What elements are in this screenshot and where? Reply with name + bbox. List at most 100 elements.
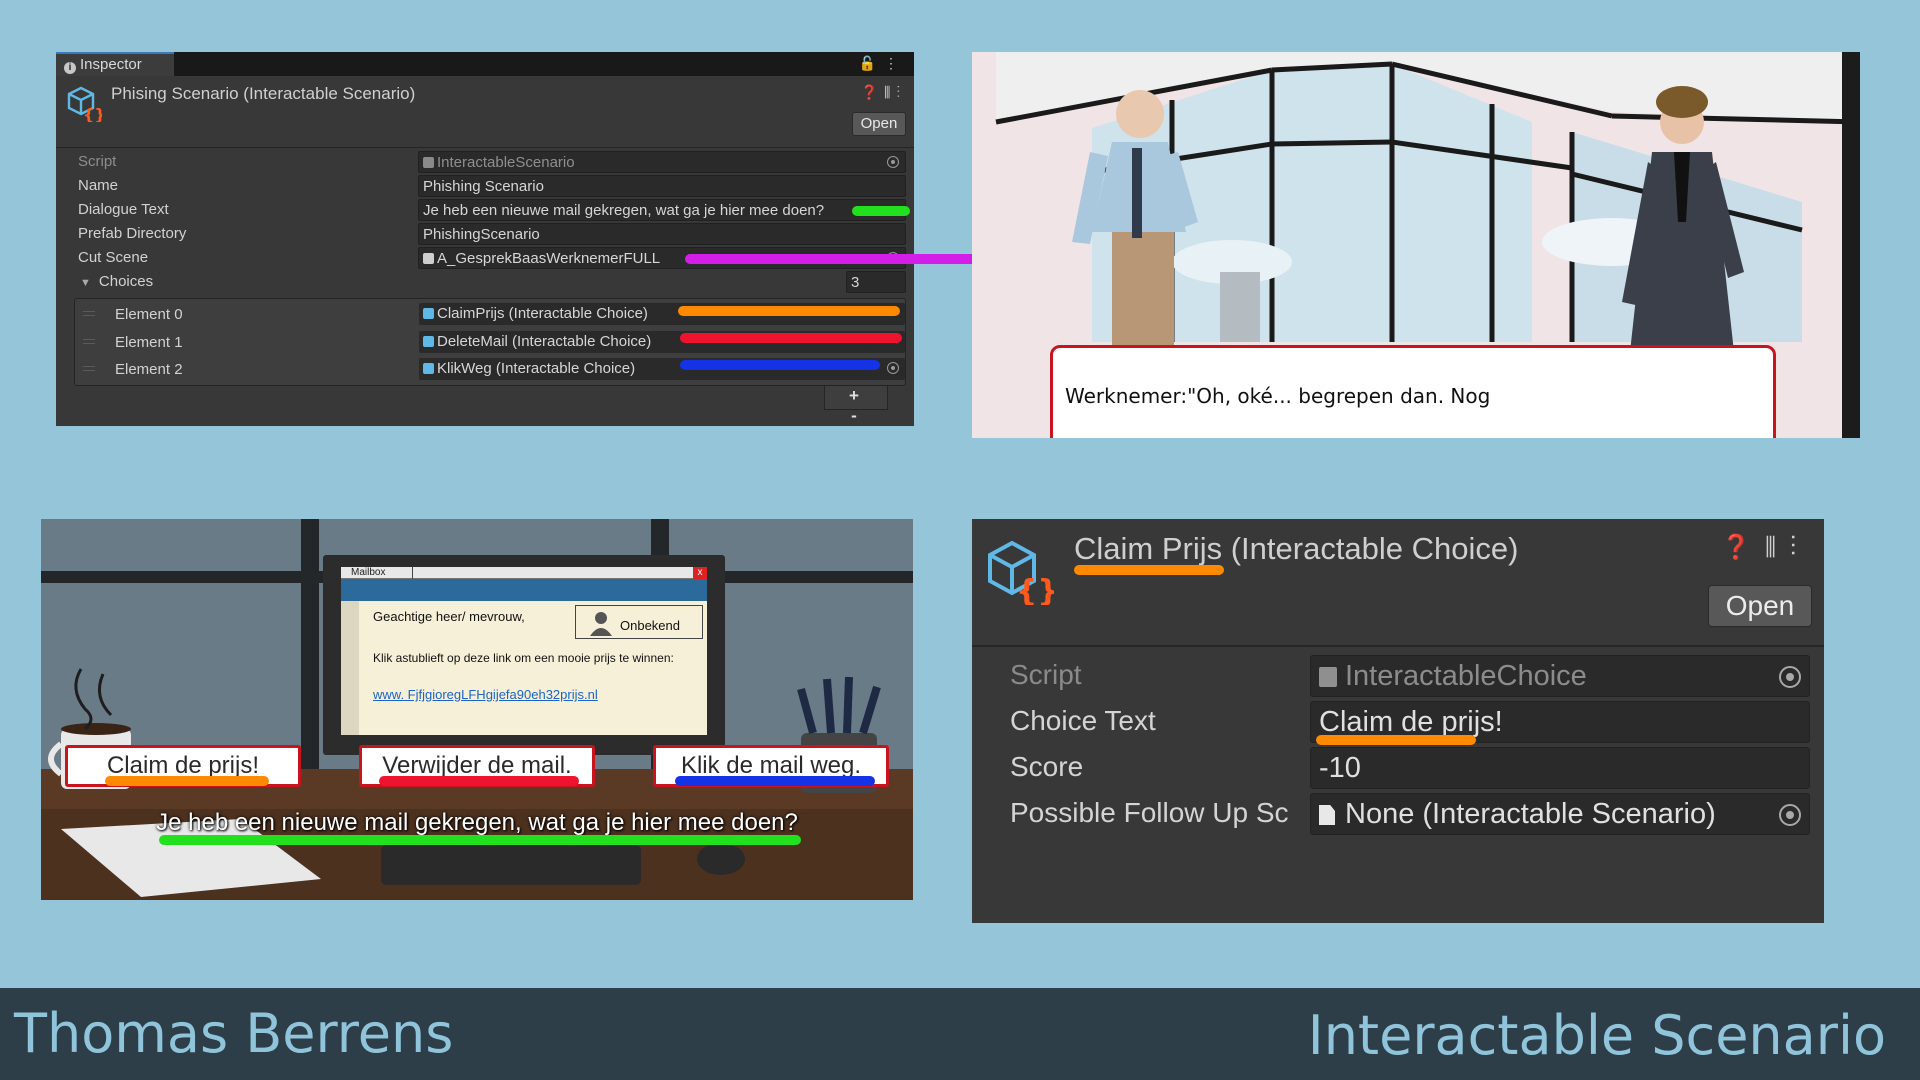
tab-inspector[interactable]: i Inspector — [56, 52, 174, 76]
slide-title: Interactable Scenario — [1307, 1004, 1886, 1067]
video-clip-icon — [423, 253, 434, 264]
choice-inspector-title: Claim Prijs (Interactable Choice) — [1074, 531, 1519, 566]
object-picker-icon[interactable] — [887, 156, 899, 168]
dialogue-text-row: Dialogue Text Je heb een nieuwe mail gek… — [56, 198, 914, 222]
score-field[interactable]: -10 — [1310, 747, 1810, 789]
avatar-icon — [590, 612, 612, 636]
name-field[interactable]: Phishing Scenario — [418, 175, 906, 197]
svg-text:{}: {} — [1016, 574, 1054, 605]
script-field[interactable]: InteractableScenario — [418, 151, 906, 173]
tab-menu-icons[interactable]: 🔓⋮ — [859, 55, 906, 72]
script-file-icon — [423, 157, 434, 168]
foldout-arrow-icon: ▼ — [80, 277, 91, 289]
open-button[interactable]: Open — [1708, 585, 1812, 627]
name-row: Name Phishing Scenario — [56, 174, 914, 198]
dialog-text: Werknemer:"Oh, oké... begrepen dan. Nog — [1065, 384, 1491, 408]
monitor: Mailbox x Geachtige heer/ mevrouw, Onbek… — [323, 555, 725, 755]
inspector-tab-bar: i Inspector 🔓⋮ — [56, 52, 914, 76]
cut-scene-label: Cut Scene — [78, 249, 149, 266]
mailbox-sidebar — [341, 601, 359, 735]
script-row: Script InteractableScenario — [56, 150, 914, 174]
info-icon: i — [64, 62, 76, 74]
preset-icon[interactable]: ⫼ — [884, 84, 896, 100]
close-icon[interactable]: x — [693, 567, 707, 579]
cutscene-preview: Werknemer:"Oh, oké... begrepen dan. Nog — [972, 52, 1860, 438]
lock-icon[interactable]: 🔓 — [859, 55, 884, 71]
mail-body: Klik astublieft op deze link om een mooi… — [373, 651, 674, 665]
choices-label: Choices — [98, 273, 154, 290]
element-value: DeleteMail (Interactable Choice) — [437, 333, 652, 350]
drag-handle-icon[interactable] — [83, 339, 95, 344]
script-label: Script — [78, 153, 117, 170]
document-icon — [1319, 805, 1335, 825]
kebab-menu-icon[interactable]: ⋮ — [1790, 534, 1810, 561]
script-label: Script — [1010, 659, 1082, 690]
game-scene-preview: Mailbox x Geachtige heer/ mevrouw, Onbek… — [41, 519, 913, 900]
score-row: Score -10 — [972, 745, 1824, 789]
score-label: Score — [1010, 751, 1084, 782]
scriptable-object-icon — [423, 363, 434, 374]
dialogue-text-field[interactable]: Je heb een nieuwe mail gekregen, wat ga … — [418, 199, 906, 221]
header-tools: ❓⫼⋮ — [861, 84, 906, 101]
script-file-icon — [1319, 667, 1337, 687]
game-question-text: Je heb een nieuwe mail gekregen, wat ga … — [156, 809, 798, 836]
drag-handle-icon[interactable] — [83, 311, 95, 316]
red-highlight-marker — [379, 776, 579, 786]
script-value: InteractableScenario — [437, 154, 575, 171]
preset-icon[interactable]: ⫼ — [1765, 534, 1790, 561]
script-field[interactable]: InteractableChoice — [1310, 655, 1810, 697]
element-label: Element 0 — [115, 306, 183, 323]
add-remove-buttons[interactable]: + - — [824, 386, 888, 425]
inspector-object-title: Phising Scenario (Interactable Scenario) — [111, 84, 416, 103]
help-icon[interactable]: ❓ — [1721, 534, 1765, 561]
header-tools: ❓⫼⋮ — [1721, 533, 1810, 562]
mailbox-window: Mailbox x Geachtige heer/ mevrouw, Onbek… — [341, 567, 707, 735]
open-button[interactable]: Open — [852, 112, 906, 136]
prefab-directory-label: Prefab Directory — [78, 225, 187, 242]
orange-highlight-marker — [678, 306, 900, 316]
object-picker-icon[interactable] — [887, 362, 899, 374]
mailbox-titlebar: Mailbox x — [341, 567, 707, 579]
orange-highlight-marker — [105, 776, 269, 786]
follow-up-value: None (Interactable Scenario) — [1345, 798, 1716, 830]
choice-inspector-panel: {} Claim Prijs (Interactable Choice) ❓⫼⋮… — [972, 519, 1824, 923]
element-value: KlikWeg (Interactable Choice) — [437, 360, 636, 377]
element-label: Element 1 — [115, 334, 183, 351]
help-icon[interactable]: ❓ — [861, 84, 884, 100]
divider — [972, 645, 1824, 647]
script-value: InteractableChoice — [1345, 660, 1587, 692]
mail-sender-box: Onbekend — [575, 605, 703, 639]
kebab-menu-icon[interactable]: ⋮ — [884, 55, 906, 71]
element-label: Element 2 — [115, 361, 183, 378]
element-value: ClaimPrijs (Interactable Choice) — [437, 305, 648, 322]
mailbox-tab[interactable]: Mailbox — [343, 567, 413, 579]
mailbox-header-strip — [341, 579, 707, 601]
orange-highlight-marker — [1316, 735, 1476, 745]
follow-up-field[interactable]: None (Interactable Scenario) — [1310, 793, 1810, 835]
scriptable-object-icon — [423, 336, 434, 347]
mail-greeting: Geachtige heer/ mevrouw, — [373, 609, 525, 624]
phishing-link[interactable]: www. FjfjgioregLFHgijefa90eh32prijs.nl — [373, 687, 598, 702]
name-label: Name — [78, 177, 119, 194]
dialog-box: Werknemer:"Oh, oké... begrepen dan. Nog — [1050, 345, 1776, 438]
inspector-tab-label: Inspector — [80, 56, 142, 73]
mail-sender-name: Onbekend — [620, 618, 680, 633]
footer-bar: Thomas Berrens Interactable Scenario — [0, 988, 1920, 1080]
scriptable-object-icon: {} — [988, 540, 1054, 605]
object-picker-icon[interactable] — [1779, 804, 1801, 826]
choice-text-label: Choice Text — [1010, 705, 1156, 736]
choices-foldout[interactable]: ▼ Choices — [80, 273, 153, 290]
scriptable-object-icon — [423, 308, 434, 319]
drag-handle-icon[interactable] — [83, 366, 95, 371]
script-row: Script InteractableChoice — [972, 653, 1824, 697]
object-picker-icon[interactable] — [1779, 666, 1801, 688]
follow-up-label: Possible Follow Up Sc — [1010, 797, 1289, 828]
svg-text:{}: {} — [83, 105, 102, 122]
author-name: Thomas Berrens — [14, 1002, 454, 1065]
kebab-menu-icon[interactable]: ⋮ — [897, 84, 907, 100]
scriptable-object-icon: {} — [67, 86, 102, 122]
dialogue-text-label: Dialogue Text — [78, 201, 169, 218]
follow-up-row: Possible Follow Up Sc None (Interactable… — [972, 791, 1824, 835]
green-highlight-marker — [159, 835, 801, 845]
blue-highlight-marker — [675, 776, 875, 786]
